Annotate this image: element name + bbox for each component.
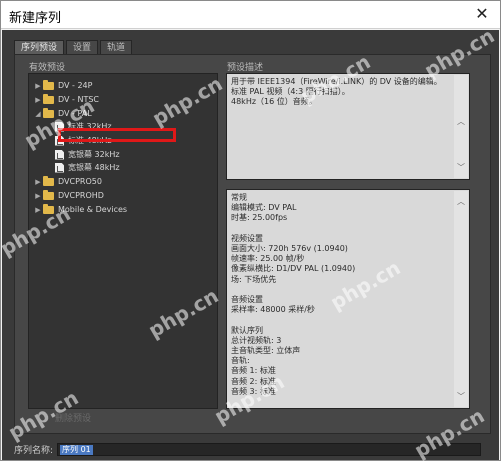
folder-open-icon <box>43 107 54 118</box>
tree-label: DVCPROHD <box>58 191 104 200</box>
sequence-name-row: 序列名称: 序列 01 <box>14 442 482 456</box>
scroll-up-icon[interactable]: ︿ <box>454 195 468 209</box>
scroll-down-icon[interactable]: ﹀ <box>454 161 468 175</box>
sequence-name-value: 序列 01 <box>60 444 93 455</box>
expand-arrow-icon[interactable]: ▶ <box>33 96 43 104</box>
delete-preset-button[interactable]: 删除预设 <box>55 411 91 424</box>
preset-file-icon <box>55 162 64 173</box>
tab-tracks[interactable]: 轨道 <box>100 40 133 54</box>
tree-label: 宽银幕 48kHz <box>68 163 120 172</box>
expand-arrow-icon[interactable]: ▶ <box>33 206 43 214</box>
title-bar: 新建序列 ✕ <box>1 1 500 29</box>
tree-label: DV - PAL <box>58 109 92 118</box>
new-sequence-window: 新建序列 ✕ 序列预设 设置 轨道 有效预设 预设描述 ▶ DV - 24P ▶ <box>0 0 501 463</box>
preset-file-icon <box>55 149 64 160</box>
tree-folder-dv-ntsc[interactable]: ▶ DV - NTSC <box>33 93 99 106</box>
tab-bar: 序列预设 设置 轨道 <box>14 40 134 54</box>
preset-tree: ▶ DV - 24P ▶ DV - NTSC ◢ DV - PAL 标准 32k… <box>28 73 218 409</box>
preset-details-text: 常规 编辑模式: DV PAL 时基: 25.00fps 视频设置 画面大小: … <box>231 193 356 396</box>
preset-details-box[interactable]: 常规 编辑模式: DV PAL 时基: 25.00fps 视频设置 画面大小: … <box>226 189 470 409</box>
tree-folder-dv-24p[interactable]: ▶ DV - 24P <box>33 79 92 92</box>
tree-label: 宽银幕 32kHz <box>68 150 120 159</box>
details-scrollbar[interactable]: ︿ ﹀ <box>454 191 468 407</box>
preset-description-label: 预设描述 <box>227 63 264 73</box>
tree-preset-widescreen-32khz[interactable]: 宽银幕 32kHz <box>55 148 120 161</box>
collapse-arrow-icon[interactable]: ◢ <box>33 110 43 118</box>
tab-settings[interactable]: 设置 <box>66 40 99 54</box>
expand-arrow-icon[interactable]: ▶ <box>33 178 43 186</box>
sequence-name-input[interactable]: 序列 01 <box>57 442 482 456</box>
folder-icon <box>43 93 54 104</box>
window-title: 新建序列 <box>9 11 62 26</box>
folder-icon <box>43 189 54 200</box>
close-icon: ✕ <box>475 4 489 23</box>
tree-folder-dvcpro50[interactable]: ▶ DVCPRO50 <box>33 175 102 188</box>
tree-folder-dvcprohd[interactable]: ▶ DVCPROHD <box>33 189 104 202</box>
expand-arrow-icon[interactable]: ▶ <box>33 82 43 90</box>
tree-preset-widescreen-48khz[interactable]: 宽银幕 48kHz <box>55 161 120 174</box>
scroll-down-icon[interactable]: ﹀ <box>454 390 468 404</box>
tree-label: DV - 24P <box>58 81 93 90</box>
sequence-name-label: 序列名称: <box>14 445 54 456</box>
tree-label: DV - NTSC <box>58 95 99 104</box>
preset-description-box[interactable]: 用于带 IEEE1394（FireWire/i.LINK）的 DV 设备的编辑。… <box>226 73 470 180</box>
tree-label: DVCPRO50 <box>58 177 102 186</box>
preset-description-text: 用于带 IEEE1394（FireWire/i.LINK）的 DV 设备的编辑。… <box>231 77 442 107</box>
folder-icon <box>43 79 54 90</box>
dialog-body: 序列预设 设置 轨道 有效预设 预设描述 ▶ DV - 24P ▶ DV - N… <box>2 30 499 460</box>
tree-folder-mobile-devices[interactable]: ▶ Mobile & Devices <box>33 203 127 216</box>
selection-highlight <box>58 128 176 142</box>
presets-panel: 有效预设 预设描述 ▶ DV - 24P ▶ DV - NTSC ◢ DV - … <box>14 54 491 434</box>
folder-icon <box>43 175 54 186</box>
description-scrollbar[interactable]: ︿ ﹀ <box>454 75 468 178</box>
folder-icon <box>43 203 54 214</box>
close-button[interactable]: ✕ <box>470 3 494 25</box>
tree-folder-dv-pal[interactable]: ◢ DV - PAL <box>33 107 92 120</box>
available-presets-label: 有效预设 <box>29 63 66 73</box>
tree-label: Mobile & Devices <box>58 205 128 214</box>
expand-arrow-icon[interactable]: ▶ <box>33 192 43 200</box>
scroll-up-icon[interactable]: ︿ <box>454 115 468 129</box>
tab-sequence-presets[interactable]: 序列预设 <box>14 40 65 54</box>
